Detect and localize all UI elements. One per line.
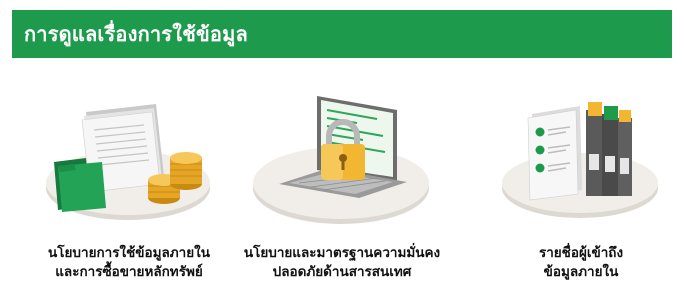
caption-line-2: ปลอดภัยด้านสารสนเทศ xyxy=(272,264,412,280)
caption-line-1: นโยบายการใช้ข้อมูลภายใน xyxy=(48,245,210,261)
caption-line-1: รายชื่อผู้เข้าถึง xyxy=(538,245,624,261)
card-caption: นโยบายการใช้ข้อมูลภายใน และการซื้อขายหลั… xyxy=(24,244,234,282)
laptop-lock-icon xyxy=(253,96,429,224)
card-insider-trading-policy[interactable]: นโยบายการใช้ข้อมูลภายใน และการซื้อขายหลั… xyxy=(24,84,234,284)
section-title: การดูแลเรื่องการใช้ข้อมูล xyxy=(24,22,248,46)
card-caption: รายชื่อผู้เข้าถึง ข้อมูลภายใน xyxy=(476,244,684,282)
card-caption: นโยบายและมาตรฐานความมั่นคง ปลอดภัยด้านสา… xyxy=(237,244,447,282)
card-insider-access-list[interactable]: รายชื่อผู้เข้าถึง ข้อมูลภายใน xyxy=(476,84,684,284)
section-header: การดูแลเรื่องการใช้ข้อมูล xyxy=(12,10,672,58)
documents-and-coins-icon xyxy=(46,104,210,220)
caption-line-2: ข้อมูลภายใน xyxy=(543,264,619,280)
caption-line-1: นโยบายและมาตรฐานความมั่นคง xyxy=(243,245,441,261)
caption-line-2: และการซื้อขายหลักทรัพย์ xyxy=(55,264,203,280)
card-information-security-policy[interactable]: นโยบายและมาตรฐานความมั่นคง ปลอดภัยด้านสา… xyxy=(237,84,447,284)
files-and-binders-icon xyxy=(502,102,658,218)
